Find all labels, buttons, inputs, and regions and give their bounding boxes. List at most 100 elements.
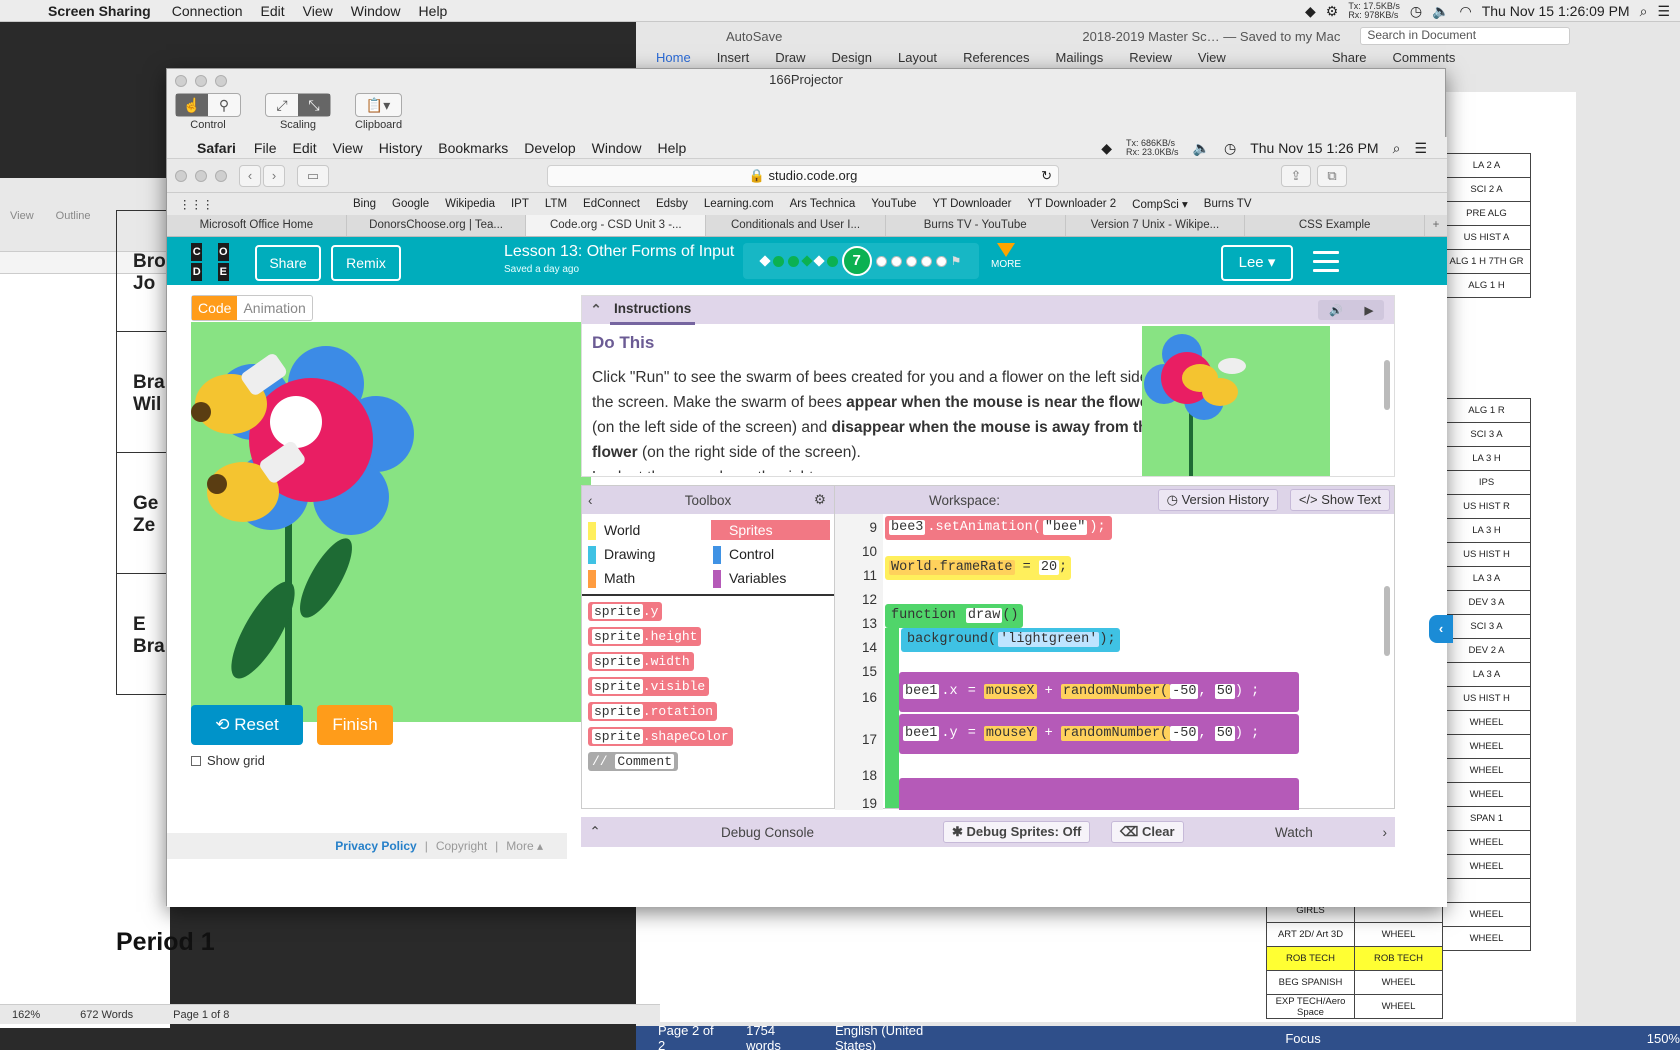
code-block-bee1-x[interactable]: bee1 .x = mouseX + randomNumber(-50, 50) … <box>899 672 1299 712</box>
table-cell[interactable]: WHEEL <box>1442 902 1531 927</box>
code-block-partial[interactable] <box>899 778 1299 810</box>
back-icon[interactable]: ‹ <box>239 165 261 187</box>
table-cell[interactable] <box>1442 878 1531 903</box>
category-drawing[interactable]: Drawing <box>586 544 705 564</box>
version-history-button[interactable]: ◷ Version History <box>1157 489 1278 511</box>
remote-time-machine-icon[interactable]: ◷ <box>1224 140 1236 157</box>
remote-menu-help[interactable]: Help <box>649 140 694 156</box>
share-icon[interactable]: ⇪ <box>1281 165 1311 187</box>
word-tab-view[interactable]: View <box>1198 50 1226 70</box>
word-page-count[interactable]: Page 2 of 2 <box>658 1023 720 1050</box>
dropbox-icon[interactable]: ◆ <box>1305 3 1316 20</box>
table-cell[interactable]: SPAN 1 <box>1442 806 1531 831</box>
level-bubble[interactable] <box>772 255 784 267</box>
browser-tab-active[interactable]: Code.org - CSD Unit 3 -... <box>526 215 707 236</box>
word-focus-button[interactable]: Focus <box>1285 1031 1320 1046</box>
word-tab-review[interactable]: Review <box>1129 50 1172 70</box>
word-tab-home[interactable]: Home <box>656 50 691 70</box>
user-menu-button[interactable]: Lee ▾ <box>1221 245 1293 281</box>
reload-icon[interactable]: ↻ <box>1041 166 1052 186</box>
remote-clock[interactable]: Thu Nov 15 1:26 PM <box>1250 140 1378 156</box>
volume-icon[interactable]: 🔈 <box>1432 3 1449 20</box>
table-cell[interactable]: ALG 1 R <box>1442 398 1531 423</box>
browser-tab[interactable]: CSS Example <box>1245 215 1426 236</box>
expand-debug-icon[interactable]: ⌃ <box>581 824 609 840</box>
code-token[interactable]: "bee" <box>1042 520 1088 535</box>
toolbox-block[interactable]: sprite .visible <box>588 677 828 702</box>
word-tab-references[interactable]: References <box>963 50 1029 70</box>
show-grid-option[interactable]: Show grid <box>191 753 265 768</box>
share-button[interactable]: Share <box>255 245 321 281</box>
table-cell[interactable]: BEG SPANISH <box>1266 970 1355 995</box>
watch-label[interactable]: Watch <box>1275 825 1313 840</box>
word-comments-button[interactable]: Comments <box>1393 50 1456 70</box>
control-mode-icon[interactable]: ☝ <box>176 94 208 116</box>
speaker-icon[interactable]: 🔊 <box>1329 304 1343 317</box>
code-block-framerate[interactable]: World.frameRate = 20; <box>885 556 1072 580</box>
table-cell[interactable]: IPS <box>1442 470 1531 495</box>
code-token[interactable]: 'lightgreen' <box>998 632 1100 647</box>
menubar-clock[interactable]: Thu Nov 15 1:26:09 PM <box>1482 3 1630 19</box>
word-tab-mailings[interactable]: Mailings <box>1056 50 1104 70</box>
debug-console-label[interactable]: Debug Console <box>721 825 814 840</box>
list-icon[interactable]: ☰ <box>1657 3 1670 20</box>
left-view-button[interactable]: View <box>10 210 34 222</box>
code-token[interactable]: draw <box>965 608 1003 623</box>
table-cell[interactable]: ALG 1 H <box>1442 273 1531 298</box>
remix-button[interactable]: Remix <box>331 245 401 281</box>
side-panel-toggle-icon[interactable]: ‹ <box>1429 615 1453 643</box>
copyright-link[interactable]: Copyright <box>436 839 487 853</box>
remote-volume-icon[interactable]: 🔈 <box>1193 140 1210 157</box>
grid-icon[interactable]: ⋮⋮⋮ <box>179 197 214 211</box>
watch-arrow-icon[interactable]: › <box>1383 825 1388 840</box>
time-machine-icon[interactable]: ◷ <box>1410 3 1422 20</box>
wifi-icon[interactable]: ◠ <box>1460 3 1472 20</box>
debug-sprites-button[interactable]: ✱ Debug Sprites: Off <box>943 821 1091 843</box>
table-cell[interactable]: LA 3 A <box>1442 662 1531 687</box>
new-tab-icon[interactable]: + <box>1425 215 1447 236</box>
safari-zoom-icon[interactable] <box>215 170 227 182</box>
host-menu-help[interactable]: Help <box>410 3 457 19</box>
toolbox-block[interactable]: sprite .y <box>588 602 828 627</box>
bookmark-item[interactable]: IPT <box>511 198 529 210</box>
toolbox-block[interactable]: sprite .height <box>588 627 828 652</box>
forward-icon[interactable]: › <box>263 165 285 187</box>
table-cell[interactable]: EXP TECH/Aero Space <box>1266 994 1355 1019</box>
instructions-tab[interactable]: Instructions <box>610 295 696 325</box>
table-cell[interactable]: ROB TECH <box>1354 946 1443 971</box>
word-search-input[interactable]: Search in Document <box>1360 27 1571 45</box>
autosave-label[interactable]: AutoSave <box>726 29 782 44</box>
bookmark-item[interactable]: YouTube <box>871 198 916 210</box>
left-word-count[interactable]: 672 Words <box>80 1009 133 1021</box>
code-block-setanimation[interactable]: bee3 .setAnimation("bee"); <box>885 516 1112 540</box>
table-cell[interactable]: WHEEL <box>1354 922 1443 947</box>
gear-icon[interactable]: ⚙ <box>1326 3 1339 20</box>
current-level-bubble[interactable]: 7 <box>841 246 872 276</box>
table-cell[interactable]: WHEEL <box>1442 782 1531 807</box>
table-cell[interactable]: DEV 3 A <box>1442 590 1531 615</box>
table-cell[interactable]: SCI 2 A <box>1442 177 1531 202</box>
level-bubble[interactable] <box>875 255 887 267</box>
level-bubble[interactable] <box>826 255 838 267</box>
code-block-background[interactable]: background('lightgreen'); <box>901 628 1120 652</box>
code-token[interactable]: -50 <box>1170 684 1199 699</box>
table-cell[interactable]: WHEEL <box>1442 734 1531 759</box>
code-block-function[interactable]: function draw() <box>885 604 1023 628</box>
host-menu-window[interactable]: Window <box>342 3 410 19</box>
code-token[interactable]: 50 <box>1214 684 1235 699</box>
table-cell[interactable]: US HIST A <box>1442 225 1531 250</box>
tabs-overview-icon[interactable]: ⧉ <box>1317 165 1347 187</box>
browser-tab[interactable]: Burns TV - YouTube <box>886 215 1066 236</box>
toolbox-block[interactable]: sprite .shapeColor <box>588 727 828 752</box>
level-bubble[interactable] <box>905 255 917 267</box>
table-cell[interactable]: PRE ALG <box>1442 201 1531 226</box>
host-menu-view[interactable]: View <box>294 3 342 19</box>
toolbox-block[interactable]: sprite .width <box>588 652 828 677</box>
reset-button[interactable]: ⟲ Reset <box>191 705 303 745</box>
table-cell[interactable]: LA 3 H <box>1442 446 1531 471</box>
remote-menu-view[interactable]: View <box>325 140 371 156</box>
table-cell[interactable]: ART 2D/ Art 3D <box>1266 922 1355 947</box>
zoom-icon[interactable] <box>215 75 227 87</box>
observe-mode-icon[interactable]: ⚲ <box>208 94 240 116</box>
bookmark-item[interactable]: Ars Technica <box>790 198 856 210</box>
